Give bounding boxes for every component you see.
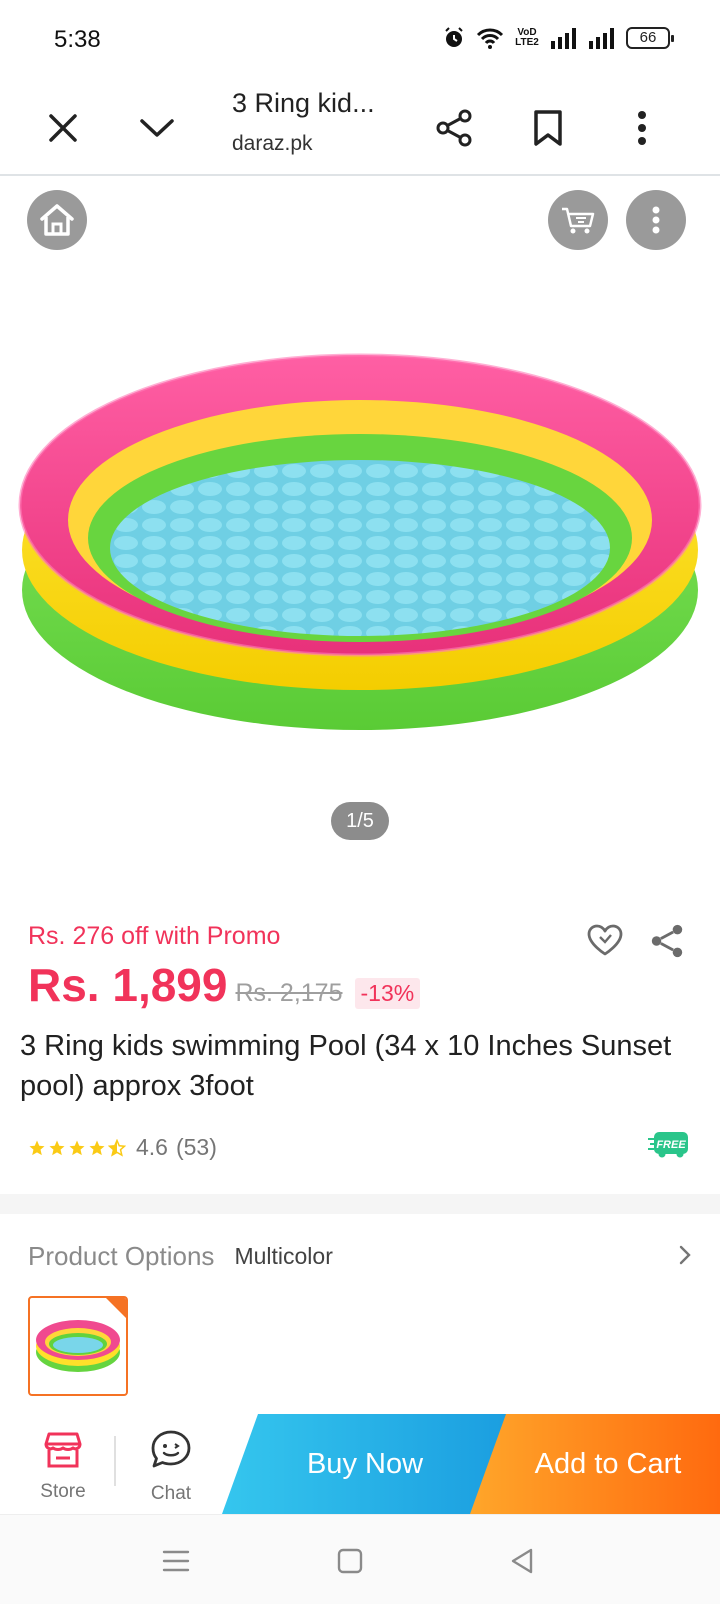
star-icon bbox=[29, 1140, 45, 1155]
cart-icon bbox=[562, 207, 595, 234]
buy-now-button[interactable]: Buy Now bbox=[222, 1414, 508, 1514]
rating-stars bbox=[28, 1138, 126, 1157]
battery-indicator: 66 bbox=[626, 27, 674, 49]
more-options-button[interactable] bbox=[626, 190, 686, 250]
menu-icon bbox=[162, 1550, 190, 1572]
rating-row[interactable]: 4.6 (53) bbox=[28, 1134, 217, 1161]
chat-icon bbox=[151, 1430, 191, 1468]
promo-text[interactable]: Rs. 276 off with Promo bbox=[28, 922, 280, 951]
store-label: Store bbox=[40, 1481, 86, 1502]
chat-label: Chat bbox=[150, 1483, 192, 1504]
half-star-icon bbox=[108, 1138, 126, 1157]
wishlist-button[interactable] bbox=[582, 918, 628, 962]
rating-score: 4.6 bbox=[136, 1134, 168, 1160]
page-url: daraz.pk bbox=[232, 132, 313, 155]
star-icon bbox=[89, 1140, 105, 1155]
more-vertical-icon bbox=[638, 111, 646, 145]
chevron-right-icon bbox=[679, 1245, 691, 1265]
volte-label-bottom: LTE2 bbox=[515, 37, 539, 48]
product-title: 3 Ring kids swimming Pool (34 x 10 Inche… bbox=[20, 1030, 672, 1102]
wifi-icon bbox=[476, 28, 504, 49]
store-icon bbox=[44, 1432, 82, 1468]
current-price: Rs. 1,899 bbox=[28, 959, 228, 1011]
star-icon bbox=[49, 1140, 65, 1155]
back-nav-button[interactable] bbox=[502, 1541, 542, 1581]
price-row: Rs. 1,899 Rs. 2,175 -13% bbox=[28, 958, 421, 1012]
discount-badge: -13% bbox=[354, 978, 421, 1009]
back-triangle-icon bbox=[511, 1548, 533, 1574]
product-options-row[interactable]: Product Options Multicolor bbox=[28, 1236, 692, 1276]
browser-menu-button[interactable] bbox=[614, 100, 670, 156]
share-page-button[interactable] bbox=[426, 100, 482, 156]
options-value: Multicolor bbox=[234, 1242, 333, 1269]
minimize-button[interactable] bbox=[129, 100, 185, 156]
product-image-pool bbox=[18, 353, 702, 730]
share-icon bbox=[651, 924, 683, 958]
volte-indicator: VoD LTE2 bbox=[514, 28, 540, 48]
alarm-icon bbox=[445, 27, 463, 47]
home-icon bbox=[40, 204, 74, 236]
more-vertical-icon bbox=[652, 206, 660, 234]
product-image-gallery[interactable] bbox=[0, 300, 720, 770]
signal-icon-2 bbox=[589, 28, 614, 49]
share-product-button[interactable] bbox=[644, 918, 690, 964]
bookmark-icon bbox=[534, 110, 562, 146]
home-nav-button[interactable] bbox=[330, 1541, 370, 1581]
status-icons: VoD LTE2 66 bbox=[442, 26, 674, 50]
selected-corner-marker bbox=[106, 1298, 126, 1318]
heart-icon bbox=[587, 924, 623, 956]
cart-button[interactable] bbox=[548, 190, 608, 250]
browser-toolbar: 3 Ring kid... daraz.pk bbox=[0, 80, 720, 176]
free-shipping-badge: FREE bbox=[648, 1132, 688, 1158]
signal-icon bbox=[551, 28, 576, 49]
store-button[interactable]: Store bbox=[20, 1426, 106, 1512]
status-time: 5:38 bbox=[54, 26, 101, 53]
chat-button[interactable]: Chat bbox=[128, 1426, 214, 1512]
recent-apps-button[interactable] bbox=[156, 1541, 196, 1581]
options-label: Product Options bbox=[28, 1240, 215, 1271]
original-price: Rs. 2,175 bbox=[235, 979, 343, 1007]
add-to-cart-button[interactable]: Add to Cart bbox=[470, 1414, 720, 1514]
option-thumbnail-multicolor[interactable] bbox=[28, 1296, 128, 1396]
chevron-down-icon bbox=[140, 119, 174, 137]
home-button[interactable] bbox=[27, 190, 87, 250]
bottom-action-bar: Store Chat Buy Now Add to Cart bbox=[0, 1414, 720, 1514]
review-count: (53) bbox=[175, 1134, 217, 1160]
free-shipping-text: FREE bbox=[656, 1139, 686, 1151]
square-home-icon bbox=[337, 1548, 363, 1574]
status-bar: 5:38 VoD LTE2 66 bbox=[0, 0, 720, 80]
section-divider bbox=[0, 1194, 720, 1214]
share-icon bbox=[436, 109, 472, 147]
page-title: 3 Ring kid... bbox=[232, 88, 375, 118]
close-tab-button[interactable] bbox=[35, 100, 91, 156]
bookmark-button[interactable] bbox=[520, 100, 576, 156]
close-icon bbox=[49, 114, 77, 142]
star-icon bbox=[69, 1140, 85, 1155]
gallery-page-indicator: 1/5 bbox=[331, 802, 389, 840]
action-bar-separator bbox=[114, 1436, 116, 1486]
system-nav-bar bbox=[0, 1514, 720, 1604]
